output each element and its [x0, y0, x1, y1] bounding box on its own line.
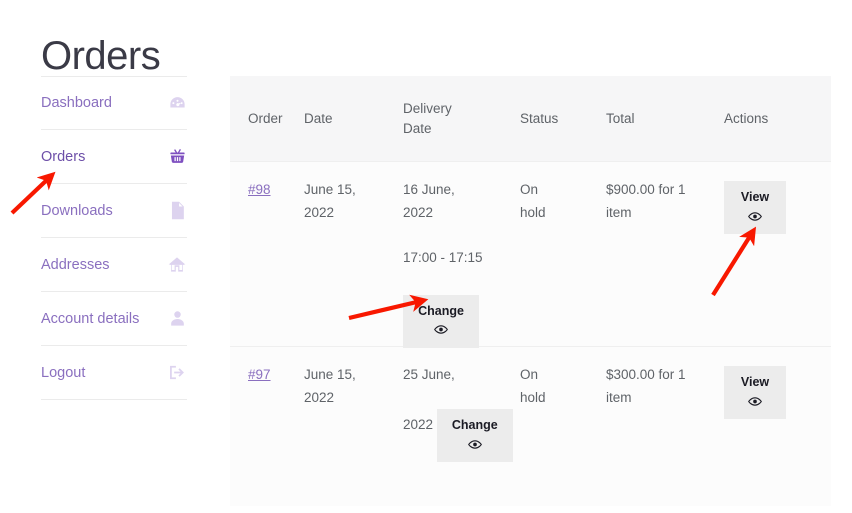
order-number-link[interactable]: #98 [248, 182, 271, 197]
view-order-button[interactable]: View [724, 366, 786, 420]
view-button-label: View [740, 375, 770, 389]
delivery-date-cell: 25 June, 2022 Change [403, 347, 520, 506]
column-header-order: Order [248, 110, 283, 126]
account-orders-page: Orders Dashboard Orders Downloads Addres… [0, 0, 852, 513]
order-actions-cell: View [724, 347, 831, 506]
order-total-cell: $300.00 for 1 item [606, 347, 724, 506]
eye-icon [467, 439, 482, 455]
sidebar-item-label: Orders [41, 148, 86, 165]
order-actions-cell: View [724, 162, 831, 346]
sidebar-item-label: Dashboard [41, 95, 112, 111]
sidebar-item-label: Logout [41, 364, 86, 381]
table-header-row: Order Date Delivery Date Status Total Ac… [230, 76, 831, 161]
house-icon [167, 255, 187, 275]
delivery-date-line1: 16 June, [403, 182, 455, 197]
order-number-cell: #98 [230, 162, 304, 346]
sidebar-item-account-details[interactable]: Account details [41, 292, 187, 346]
table-row: #98 June 15, 2022 16 June, 2022 17:00 - … [230, 161, 831, 349]
zip-file-icon [167, 201, 187, 221]
basket-icon [167, 147, 187, 167]
order-number-link[interactable]: #97 [248, 367, 271, 382]
order-status-cell: On hold [520, 162, 606, 346]
column-header-delivery-date: Delivery Date [403, 76, 520, 161]
order-date-cell: June 15, 2022 [304, 162, 403, 346]
orders-table: Order Date Delivery Date Status Total Ac… [230, 76, 831, 506]
column-header-total: Total [606, 110, 635, 126]
sidebar-item-addresses[interactable]: Addresses [41, 238, 187, 292]
sidebar-item-logout[interactable]: Logout [41, 346, 187, 400]
eye-icon [748, 396, 762, 412]
view-order-button[interactable]: View [724, 181, 786, 235]
order-status-line1: On [520, 182, 539, 197]
change-button-label: Change [418, 303, 464, 318]
order-date-line1: June 15, [304, 367, 356, 382]
order-total-line1: $900.00 for 1 [606, 182, 686, 197]
order-date-line2: 2022 [304, 204, 335, 220]
table-row: #97 June 15, 2022 25 June, 2022 Change O… [230, 346, 831, 506]
delivery-time-slot: 17:00 - 17:15 [403, 249, 483, 265]
order-total-line1: $300.00 for 1 [606, 367, 686, 382]
order-status-line2: hold [520, 204, 546, 220]
order-date-line2: 2022 [304, 389, 335, 405]
column-header-actions: Actions [724, 110, 769, 126]
sidebar-item-orders[interactable]: Orders [41, 130, 187, 184]
sign-out-icon [167, 363, 187, 383]
page-title: Orders [41, 33, 161, 78]
delivery-date-line2: 2022 [403, 416, 434, 432]
column-header-delivery-line1: Delivery [403, 100, 452, 116]
speedometer-icon [167, 93, 187, 113]
sidebar-item-label: Account details [41, 310, 140, 327]
order-status-line2: hold [520, 389, 546, 405]
view-button-label: View [740, 190, 770, 204]
order-date-line1: June 15, [304, 182, 356, 197]
order-date-cell: June 15, 2022 [304, 347, 403, 506]
order-total-cell: $900.00 for 1 item [606, 162, 724, 346]
order-status-cell: On hold [520, 347, 606, 506]
column-header-status: Status [520, 110, 559, 126]
eye-icon [434, 324, 448, 340]
delivery-date-cell: 16 June, 2022 17:00 - 17:15 Change [403, 162, 520, 349]
account-sidebar-nav: Dashboard Orders Downloads Addresses Acc… [41, 76, 187, 400]
sidebar-item-label: Downloads [41, 202, 113, 219]
sidebar-item-downloads[interactable]: Downloads [41, 184, 187, 238]
eye-icon [748, 211, 762, 227]
order-total-line2: item [606, 204, 632, 220]
column-header-delivery-line2: Date [403, 120, 432, 136]
sidebar-item-dashboard[interactable]: Dashboard [41, 76, 187, 130]
column-header-date: Date [304, 110, 333, 126]
person-icon [167, 309, 187, 329]
delivery-date-line2: 2022 [403, 204, 434, 220]
order-number-cell: #97 [230, 347, 304, 506]
change-button-label: Change [451, 417, 498, 432]
order-status-line1: On [520, 367, 539, 382]
change-delivery-button[interactable]: Change [403, 294, 479, 349]
order-total-line2: item [606, 389, 632, 405]
sidebar-item-label: Addresses [41, 256, 110, 273]
delivery-date-line1: 25 June, [403, 367, 455, 382]
change-delivery-button[interactable]: Change [436, 408, 513, 463]
